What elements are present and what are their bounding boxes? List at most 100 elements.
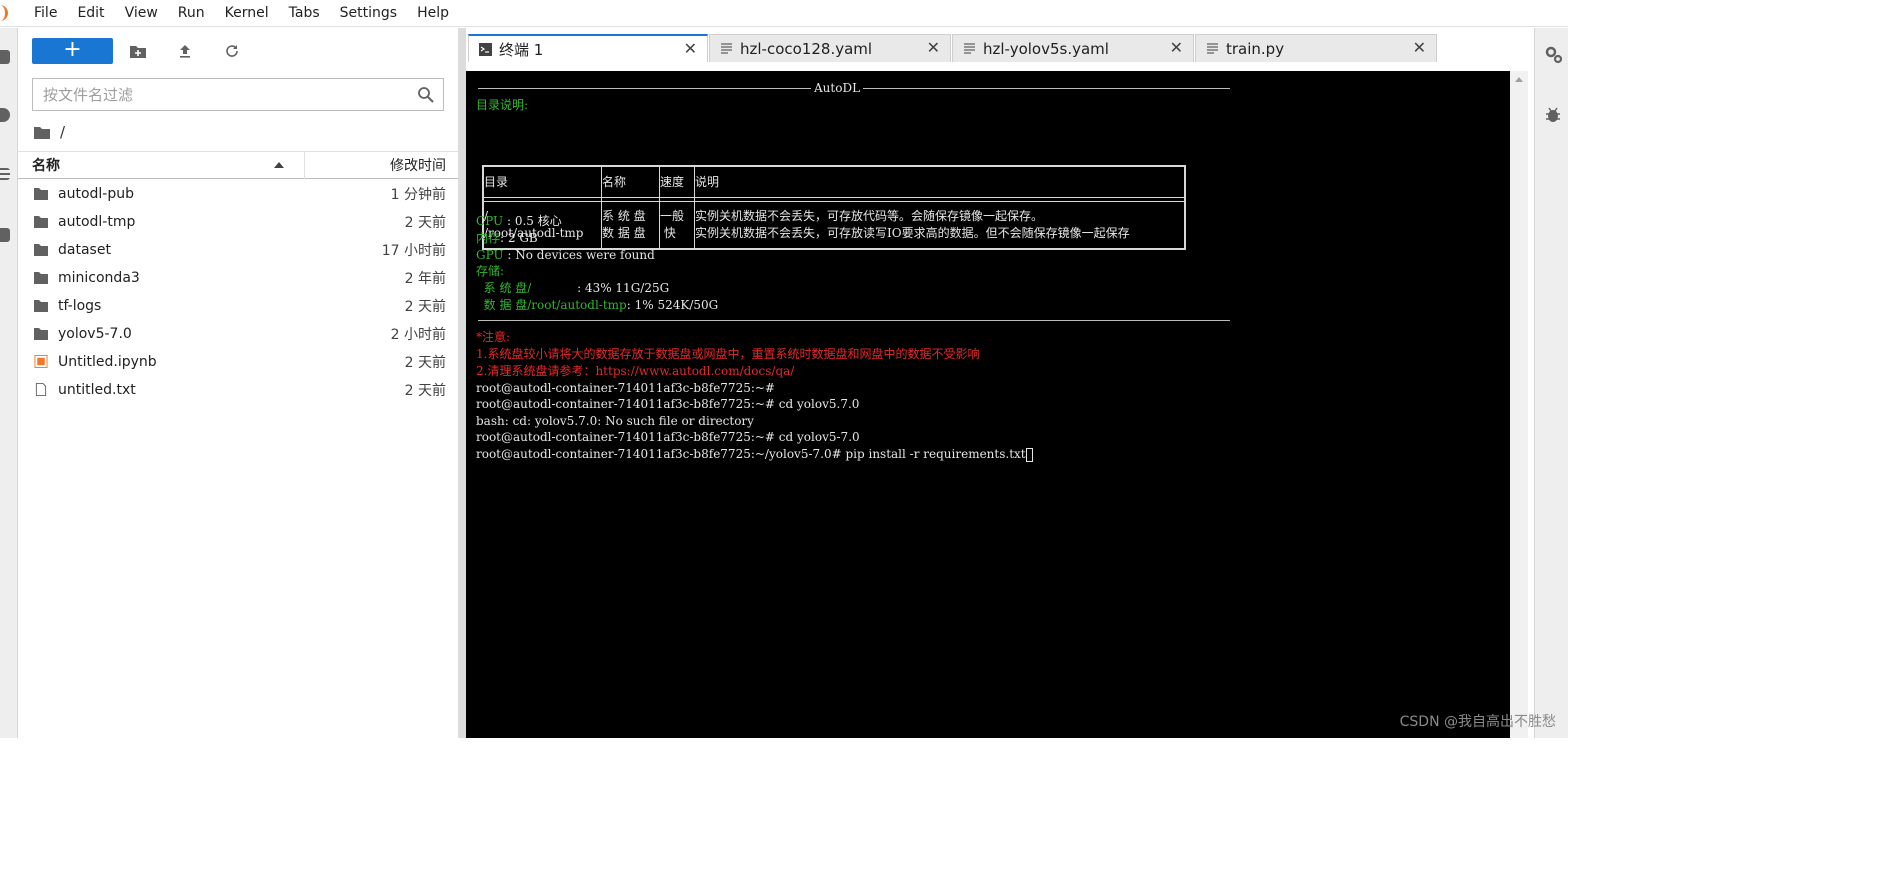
text-file-icon: [964, 43, 975, 54]
file-filter-input[interactable]: [33, 79, 403, 110]
menu-file[interactable]: File: [24, 0, 67, 27]
tab-hzl-coco128-yaml[interactable]: hzl-coco128.yaml ✕: [709, 34, 951, 62]
file-row-miniconda3[interactable]: miniconda3 2 年前: [18, 264, 458, 292]
column-modified-header[interactable]: 修改时间: [390, 155, 446, 175]
sys-disk-label: 系 统 盘/: [476, 281, 578, 295]
menu-bar: File Edit View Run Kernel Tabs Settings …: [0, 0, 1568, 27]
tab-bar: 终端 1 ✕ hzl-coco128.yaml ✕ hzl-yolov5s.ya…: [466, 34, 1534, 62]
mem-line: 内存: 2 GB: [476, 230, 538, 247]
refresh-icon: [226, 45, 238, 57]
menu-run[interactable]: Run: [168, 0, 215, 27]
file-row-untitled-txt[interactable]: untitled.txt 2 天前: [18, 376, 458, 404]
sys-disk-line: 系 统 盘/ : 43% 11G/25G: [476, 280, 670, 297]
mem-label: 内存: [476, 231, 501, 245]
file-modified: 1 分钟前: [390, 187, 446, 203]
text-file-icon: [35, 383, 47, 396]
extension-manager-icon[interactable]: [0, 228, 10, 242]
file-modified: 2 年前: [404, 271, 446, 287]
upload-button[interactable]: [174, 40, 196, 62]
file-name: autodl-pub: [58, 186, 134, 202]
panel-splitter[interactable]: [458, 28, 466, 738]
banner-title: AutoDL: [811, 80, 864, 97]
close-icon[interactable]: ✕: [1413, 39, 1426, 57]
debugger-icon[interactable]: [1545, 106, 1561, 124]
menu-tabs[interactable]: Tabs: [279, 0, 330, 27]
tab-label: train.py: [1226, 39, 1285, 58]
file-row-tf-logs[interactable]: tf-logs 2 天前: [18, 292, 458, 320]
new-folder-icon: [130, 45, 146, 58]
menu-kernel[interactable]: Kernel: [215, 0, 279, 27]
file-name: miniconda3: [58, 270, 140, 286]
refresh-button[interactable]: [221, 40, 243, 62]
folder-icon: [34, 328, 48, 340]
main-area: 终端 1 ✕ hzl-coco128.yaml ✕ hzl-yolov5s.ya…: [466, 28, 1534, 738]
file-modified: 2 天前: [404, 299, 446, 315]
tab-label: hzl-yolov5s.yaml: [983, 39, 1109, 58]
file-browser-icon[interactable]: [0, 50, 10, 64]
cpu-label: CPU: [476, 214, 507, 228]
gpu-value: : No devices were found: [507, 248, 655, 262]
folder-icon: [34, 300, 48, 312]
folder-icon[interactable]: [34, 126, 50, 139]
terminal-line: root@autodl-container-714011af3c-b8fe772…: [476, 381, 775, 395]
sys-disk-value: : 43% 11G/25G: [577, 281, 670, 295]
notice-line: 2.清理系统盘请参考：https://www.autodl.com/docs/q…: [476, 364, 795, 378]
terminal-scrollbar[interactable]: [1510, 71, 1528, 738]
terminal-line: bash: cd: yolov5.7.0: No such file or di…: [476, 414, 754, 428]
close-icon[interactable]: ✕: [927, 39, 940, 57]
terminal-view[interactable]: AutoDL 目录说明: 目录 名称 速度 说明 / 系 统 盘 一般 实例关机…: [466, 71, 1510, 738]
breadcrumb: /: [34, 122, 65, 142]
menu-edit[interactable]: Edit: [67, 0, 114, 27]
terminal-line: root@autodl-container-714011af3c-b8fe772…: [476, 397, 860, 411]
column-divider[interactable]: [304, 152, 305, 179]
directory-table: 目录 名称 速度 说明 / 系 统 盘 一般 实例关机数据不会丢失，可存放代码等…: [482, 165, 1186, 250]
file-filter-box: [32, 78, 444, 111]
running-sessions-icon[interactable]: [0, 108, 10, 122]
scroll-up-icon[interactable]: [1515, 77, 1523, 82]
table-divider: [484, 201, 1184, 202]
file-list-header: 名称 修改时间: [18, 151, 458, 179]
data-disk-value: : 1% 524K/50G: [626, 298, 719, 312]
close-icon[interactable]: ✕: [684, 40, 697, 58]
new-folder-button[interactable]: [127, 40, 149, 62]
file-row-untitled-ipynb[interactable]: Untitled.ipynb 2 天前: [18, 348, 458, 376]
gpu-label: GPU: [476, 248, 508, 262]
mem-value: : 2 GB: [500, 231, 538, 245]
file-row-yolov5-7.0[interactable]: yolov5-7.0 2 小时前: [18, 320, 458, 348]
data-disk-label: 数 据 盘/root/autodl-tmp: [476, 298, 627, 312]
tab-terminal-1[interactable]: 终端 1 ✕: [468, 34, 708, 62]
watermark: CSDN @我自高出不胜愁: [1399, 714, 1556, 730]
storage-label: 存储:: [476, 264, 505, 278]
tab-label: 终端 1: [499, 40, 544, 59]
breadcrumb-root[interactable]: /: [60, 123, 65, 141]
property-inspector-icon[interactable]: [1545, 46, 1563, 64]
table-header-speed: 速度: [660, 175, 685, 189]
file-row-autodl-pub[interactable]: autodl-pub 1 分钟前: [18, 180, 458, 208]
cpu-line: CPU : 0.5 核心: [476, 213, 562, 230]
jupyter-logo-icon: [0, 5, 8, 21]
file-modified: 2 天前: [404, 355, 446, 371]
gpu-line: GPU : No devices were found: [476, 247, 655, 264]
new-launcher-button[interactable]: +: [32, 38, 113, 64]
folder-icon: [34, 216, 48, 228]
upload-icon: [180, 45, 190, 58]
table-header-name: 名称: [602, 175, 627, 189]
menu-view[interactable]: View: [115, 0, 168, 27]
file-row-dataset[interactable]: dataset 17 小时前: [18, 236, 458, 264]
table-of-contents-icon[interactable]: [0, 168, 10, 180]
folder-icon: [34, 188, 48, 200]
file-row-autodl-tmp[interactable]: autodl-tmp 2 天前: [18, 208, 458, 236]
data-disk-line: 数 据 盘/root/autodl-tmp: 1% 524K/50G: [476, 297, 719, 314]
table-header-dir: 目录: [484, 175, 509, 189]
text-file-icon: [1207, 43, 1218, 54]
file-modified: 2 天前: [404, 383, 446, 399]
terminal-input-line[interactable]: root@autodl-container-714011af3c-b8fe772…: [476, 446, 1033, 463]
tab-hzl-yolov5s-yaml[interactable]: hzl-yolov5s.yaml ✕: [952, 34, 1194, 62]
dir-heading: 目录说明:: [476, 98, 529, 112]
column-name-header[interactable]: 名称: [32, 155, 60, 175]
menu-settings[interactable]: Settings: [330, 0, 407, 27]
tab-train-py[interactable]: train.py ✕: [1195, 34, 1437, 62]
sort-ascending-icon: [274, 162, 284, 168]
close-icon[interactable]: ✕: [1170, 39, 1183, 57]
menu-help[interactable]: Help: [407, 0, 459, 27]
